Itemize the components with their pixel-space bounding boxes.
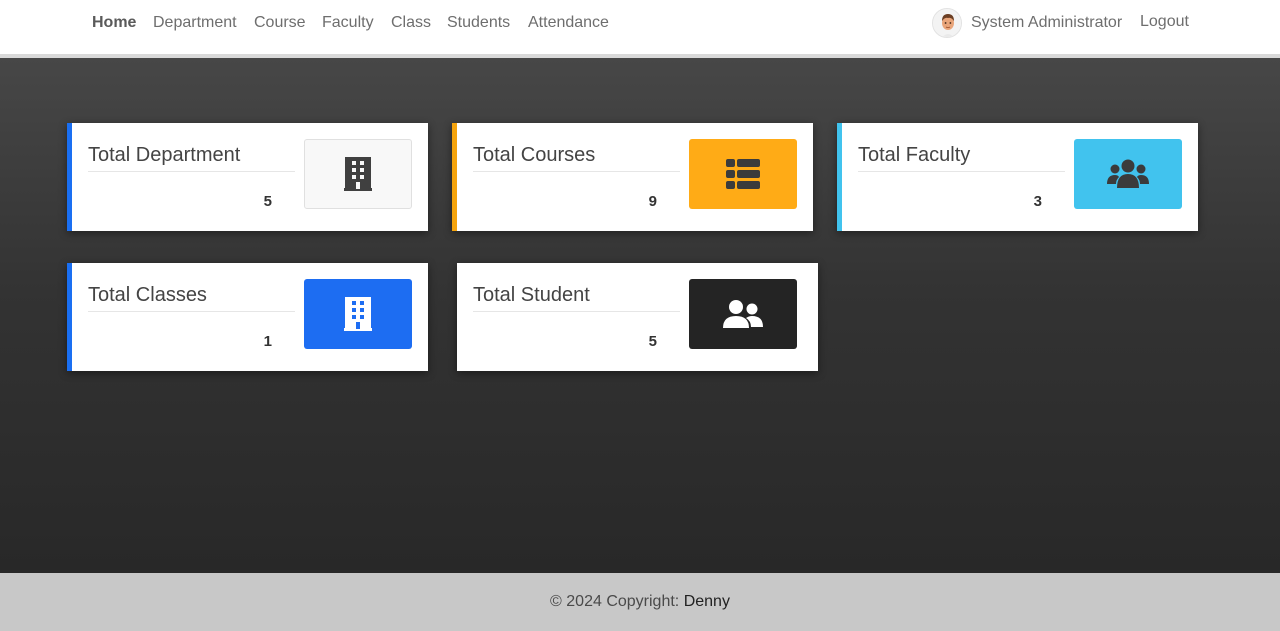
total-courses-card[interactable]: Total Courses 9	[452, 123, 813, 231]
nav-home[interactable]: Home	[92, 14, 136, 32]
courses-icon-box	[689, 139, 797, 209]
total-student-card[interactable]: Total Student 5	[457, 263, 818, 371]
card-title: Total Faculty	[858, 144, 1065, 172]
building-icon	[344, 157, 372, 191]
card-title: Total Department	[88, 144, 295, 172]
logout-link[interactable]: Logout	[1140, 13, 1189, 31]
faculty-icon-box	[1074, 139, 1182, 209]
nav-class[interactable]: Class	[391, 14, 431, 32]
copyright-text: © 2024 Copyright:	[550, 593, 680, 610]
building-icon	[344, 297, 372, 331]
card-title: Total Classes	[88, 284, 295, 312]
user-avatar[interactable]	[932, 8, 962, 38]
top-navbar: Home Department Course Faculty Class Stu…	[0, 0, 1280, 54]
footer-author-link[interactable]: Denny	[684, 593, 730, 610]
student-icon-box	[689, 279, 797, 349]
card-count: 5	[648, 333, 657, 350]
department-icon-box	[304, 139, 412, 209]
nav-students[interactable]: Students	[447, 14, 510, 32]
classes-icon-box	[304, 279, 412, 349]
dashboard-main: Total Department 5 Total Courses 9 Total…	[0, 58, 1280, 573]
user-name-link[interactable]: System Administrator	[971, 14, 1122, 32]
card-title: Total Student	[473, 284, 680, 312]
total-department-card[interactable]: Total Department 5	[67, 123, 428, 231]
card-count: 9	[648, 193, 657, 210]
total-faculty-card[interactable]: Total Faculty 3	[837, 123, 1198, 231]
nav-department[interactable]: Department	[153, 14, 237, 32]
page-footer: © 2024 Copyright: Denny	[0, 573, 1280, 631]
card-title: Total Courses	[473, 144, 680, 172]
card-count: 3	[1033, 193, 1042, 210]
user-friends-icon	[723, 300, 763, 328]
nav-attendance[interactable]: Attendance	[528, 14, 609, 32]
nav-course[interactable]: Course	[254, 14, 306, 32]
nav-faculty[interactable]: Faculty	[322, 14, 374, 32]
avatar-face-icon	[933, 9, 961, 37]
list-icon	[726, 159, 760, 189]
total-classes-card[interactable]: Total Classes 1	[67, 263, 428, 371]
card-count: 1	[263, 333, 272, 350]
card-count: 5	[263, 193, 272, 210]
users-group-icon	[1107, 159, 1149, 188]
